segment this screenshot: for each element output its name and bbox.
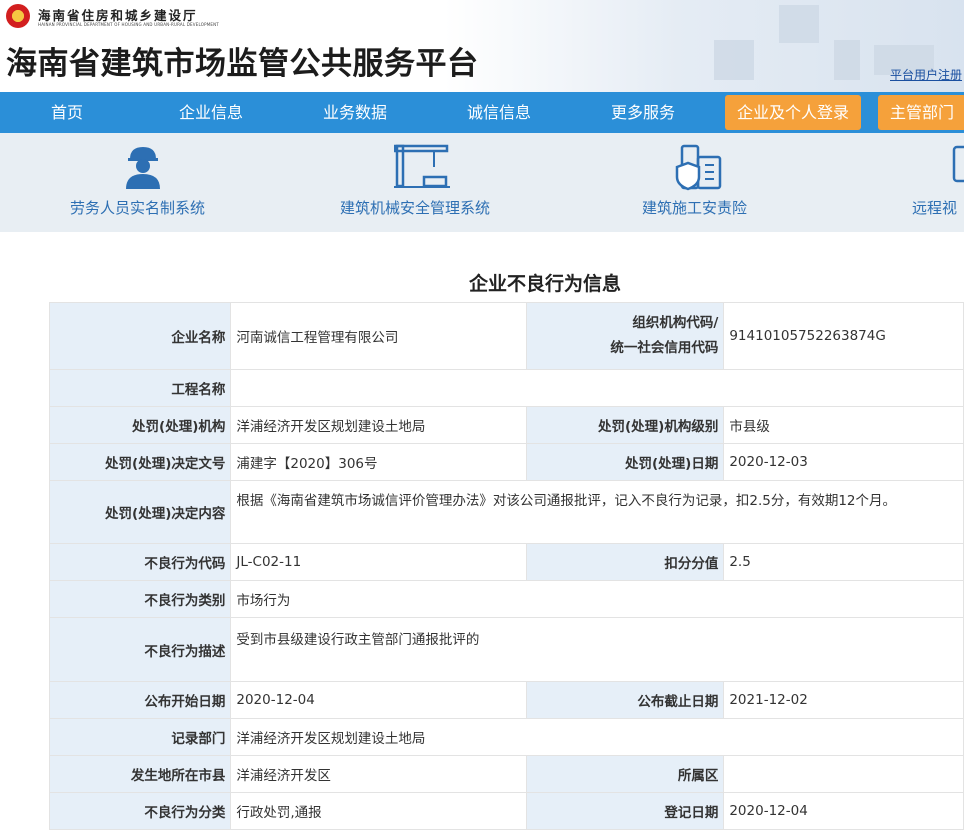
table-row: 记录部门 洋浦经济开发区规划建设土地局 <box>48 718 964 756</box>
monitor-icon <box>952 145 964 183</box>
table-row: 处罚(处理)决定文号 浦建字【2020】306号 处罚(处理)日期 2020-1… <box>48 443 964 481</box>
penalty-agency-value: 洋浦经济开发区规划建设土地局 <box>230 406 528 444</box>
deduction-value: 2.5 <box>723 543 964 581</box>
decision-no-value: 浦建字【2020】306号 <box>230 443 528 481</box>
publish-start-label: 公布开始日期 <box>48 681 232 719</box>
service-label: 远程视 <box>912 199 958 217</box>
penalty-date-label: 处罚(处理)日期 <box>526 443 725 481</box>
classification-value: 行政处罚,通报 <box>230 792 528 830</box>
main-nav: 首页 企业信息 业务数据 诚信信息 更多服务 企业及个人登录 主管部门 <box>0 92 964 133</box>
penalty-date-value: 2020-12-03 <box>723 443 964 481</box>
nav-item-enterprise[interactable]: 企业信息 <box>179 92 243 133</box>
district-value <box>723 755 964 793</box>
service-label: 劳务人员实名制系统 <box>70 199 206 217</box>
company-name-value: 河南诚信工程管理有限公司 <box>230 302 528 370</box>
agency-level-label: 处罚(处理)机构级别 <box>526 406 725 444</box>
nav-item-home[interactable]: 首页 <box>51 92 83 133</box>
district-label: 所属区 <box>526 755 725 793</box>
org-code-label-line2: 统一社会信用代码 <box>610 340 719 356</box>
penalty-agency-label: 处罚(处理)机构 <box>48 406 232 444</box>
table-row: 不良行为类别 市场行为 <box>48 580 964 618</box>
company-name-label: 企业名称 <box>48 302 232 370</box>
nav-item-credit[interactable]: 诚信信息 <box>467 92 531 133</box>
header-decoration <box>444 0 964 92</box>
site-title: 海南省建筑市场监管公共服务平台 <box>6 46 479 82</box>
worker-icon <box>126 147 160 189</box>
service-remote-video[interactable]: 远程视 <box>900 133 964 232</box>
behavior-code-value: JL-C02-11 <box>230 543 528 581</box>
site-header: 海南省住房和城乡建设厅 HAINAN PROVINCIAL DEPARTMENT… <box>0 0 964 92</box>
table-row: 处罚(处理)机构 洋浦经济开发区规划建设土地局 处罚(处理)机构级别 市县级 <box>48 406 964 444</box>
org-code-label-line1: 组织机构代码/ <box>632 315 719 331</box>
service-bar: 劳务人员实名制系统 建筑机械安全管理系统 建筑施工安责险 远程视 <box>0 133 964 232</box>
table-row: 不良行为分类 行政处罚,通报 登记日期 2020-12-04 <box>48 792 964 830</box>
authority-login-button[interactable]: 主管部门 <box>878 95 964 130</box>
table-row: 不良行为描述 受到市县级建设行政主管部门通报批评的 <box>48 617 964 682</box>
project-name-label: 工程名称 <box>48 369 232 407</box>
page-title: 企业不良行为信息 <box>468 273 621 295</box>
behavior-desc-value: 受到市县级建设行政主管部门通报批评的 <box>230 617 964 682</box>
location-value: 洋浦经济开发区 <box>230 755 528 793</box>
project-name-value <box>230 369 964 407</box>
location-label: 发生地所在市县 <box>48 755 232 793</box>
behavior-category-value: 市场行为 <box>230 580 964 618</box>
record-dept-label: 记录部门 <box>48 718 232 756</box>
classification-label: 不良行为分类 <box>48 792 232 830</box>
behavior-code-label: 不良行为代码 <box>48 543 232 581</box>
register-date-label: 登记日期 <box>526 792 725 830</box>
table-row: 工程名称 <box>48 369 964 407</box>
service-label: 建筑机械安全管理系统 <box>340 199 491 217</box>
login-button[interactable]: 企业及个人登录 <box>725 95 862 130</box>
decision-content-label: 处罚(处理)决定内容 <box>48 480 232 544</box>
record-dept-value: 洋浦经济开发区规划建设土地局 <box>230 718 964 756</box>
decision-content-value: 根据《海南省建筑市场诚信评价管理办法》对该公司通报批评，记入不良行为记录，扣2.… <box>230 480 964 544</box>
publish-start-value: 2020-12-04 <box>230 681 528 719</box>
decision-no-label: 处罚(处理)决定文号 <box>48 443 232 481</box>
table-row: 处罚(处理)决定内容 根据《海南省建筑市场诚信评价管理办法》对该公司通报批评，记… <box>48 480 964 544</box>
deduction-label: 扣分分值 <box>526 543 725 581</box>
service-label: 建筑施工安责险 <box>642 199 748 217</box>
publish-end-value: 2021-12-02 <box>723 681 964 719</box>
department-name-en: HAINAN PROVINCIAL DEPARTMENT OF HOUSING … <box>38 22 219 27</box>
table-row: 发生地所在市县 洋浦经济开发区 所属区 <box>48 755 964 793</box>
user-register-link[interactable]: 平台用户注册 <box>890 66 962 83</box>
org-code-label: 组织机构代码/ 统一社会信用代码 <box>526 302 725 370</box>
table-row: 公布开始日期 2020-12-04 公布截止日期 2021-12-02 <box>48 681 964 719</box>
table-row: 企业名称 河南诚信工程管理有限公司 组织机构代码/ 统一社会信用代码 91410… <box>48 302 964 370</box>
agency-level-value: 市县级 <box>723 406 964 444</box>
bad-behavior-table: 企业名称 河南诚信工程管理有限公司 组织机构代码/ 统一社会信用代码 91410… <box>48 302 964 830</box>
service-labor-realname[interactable]: 劳务人员实名制系统 <box>0 133 285 232</box>
table-row: 不良行为代码 JL-C02-11 扣分分值 2.5 <box>48 543 964 581</box>
nav-item-business-data[interactable]: 业务数据 <box>323 92 387 133</box>
register-date-value: 2020-12-04 <box>723 792 964 830</box>
behavior-desc-label: 不良行为描述 <box>48 617 232 682</box>
decision-content-text: 根据《海南省建筑市场诚信评价管理办法》对该公司通报批评，记入不良行为记录，扣2.… <box>236 493 897 509</box>
nav-item-more-services[interactable]: 更多服务 <box>611 92 675 133</box>
insurance-building-icon <box>675 144 722 191</box>
behavior-category-label: 不良行为类别 <box>48 580 232 618</box>
service-machinery-safety[interactable]: 建筑机械安全管理系统 <box>300 133 560 232</box>
national-emblem-icon <box>6 4 30 28</box>
service-construction-insurance[interactable]: 建筑施工安责险 <box>600 133 830 232</box>
tower-crane-icon <box>394 144 450 188</box>
org-code-value: 91410105752263874G <box>723 302 964 370</box>
publish-end-label: 公布截止日期 <box>526 681 725 719</box>
